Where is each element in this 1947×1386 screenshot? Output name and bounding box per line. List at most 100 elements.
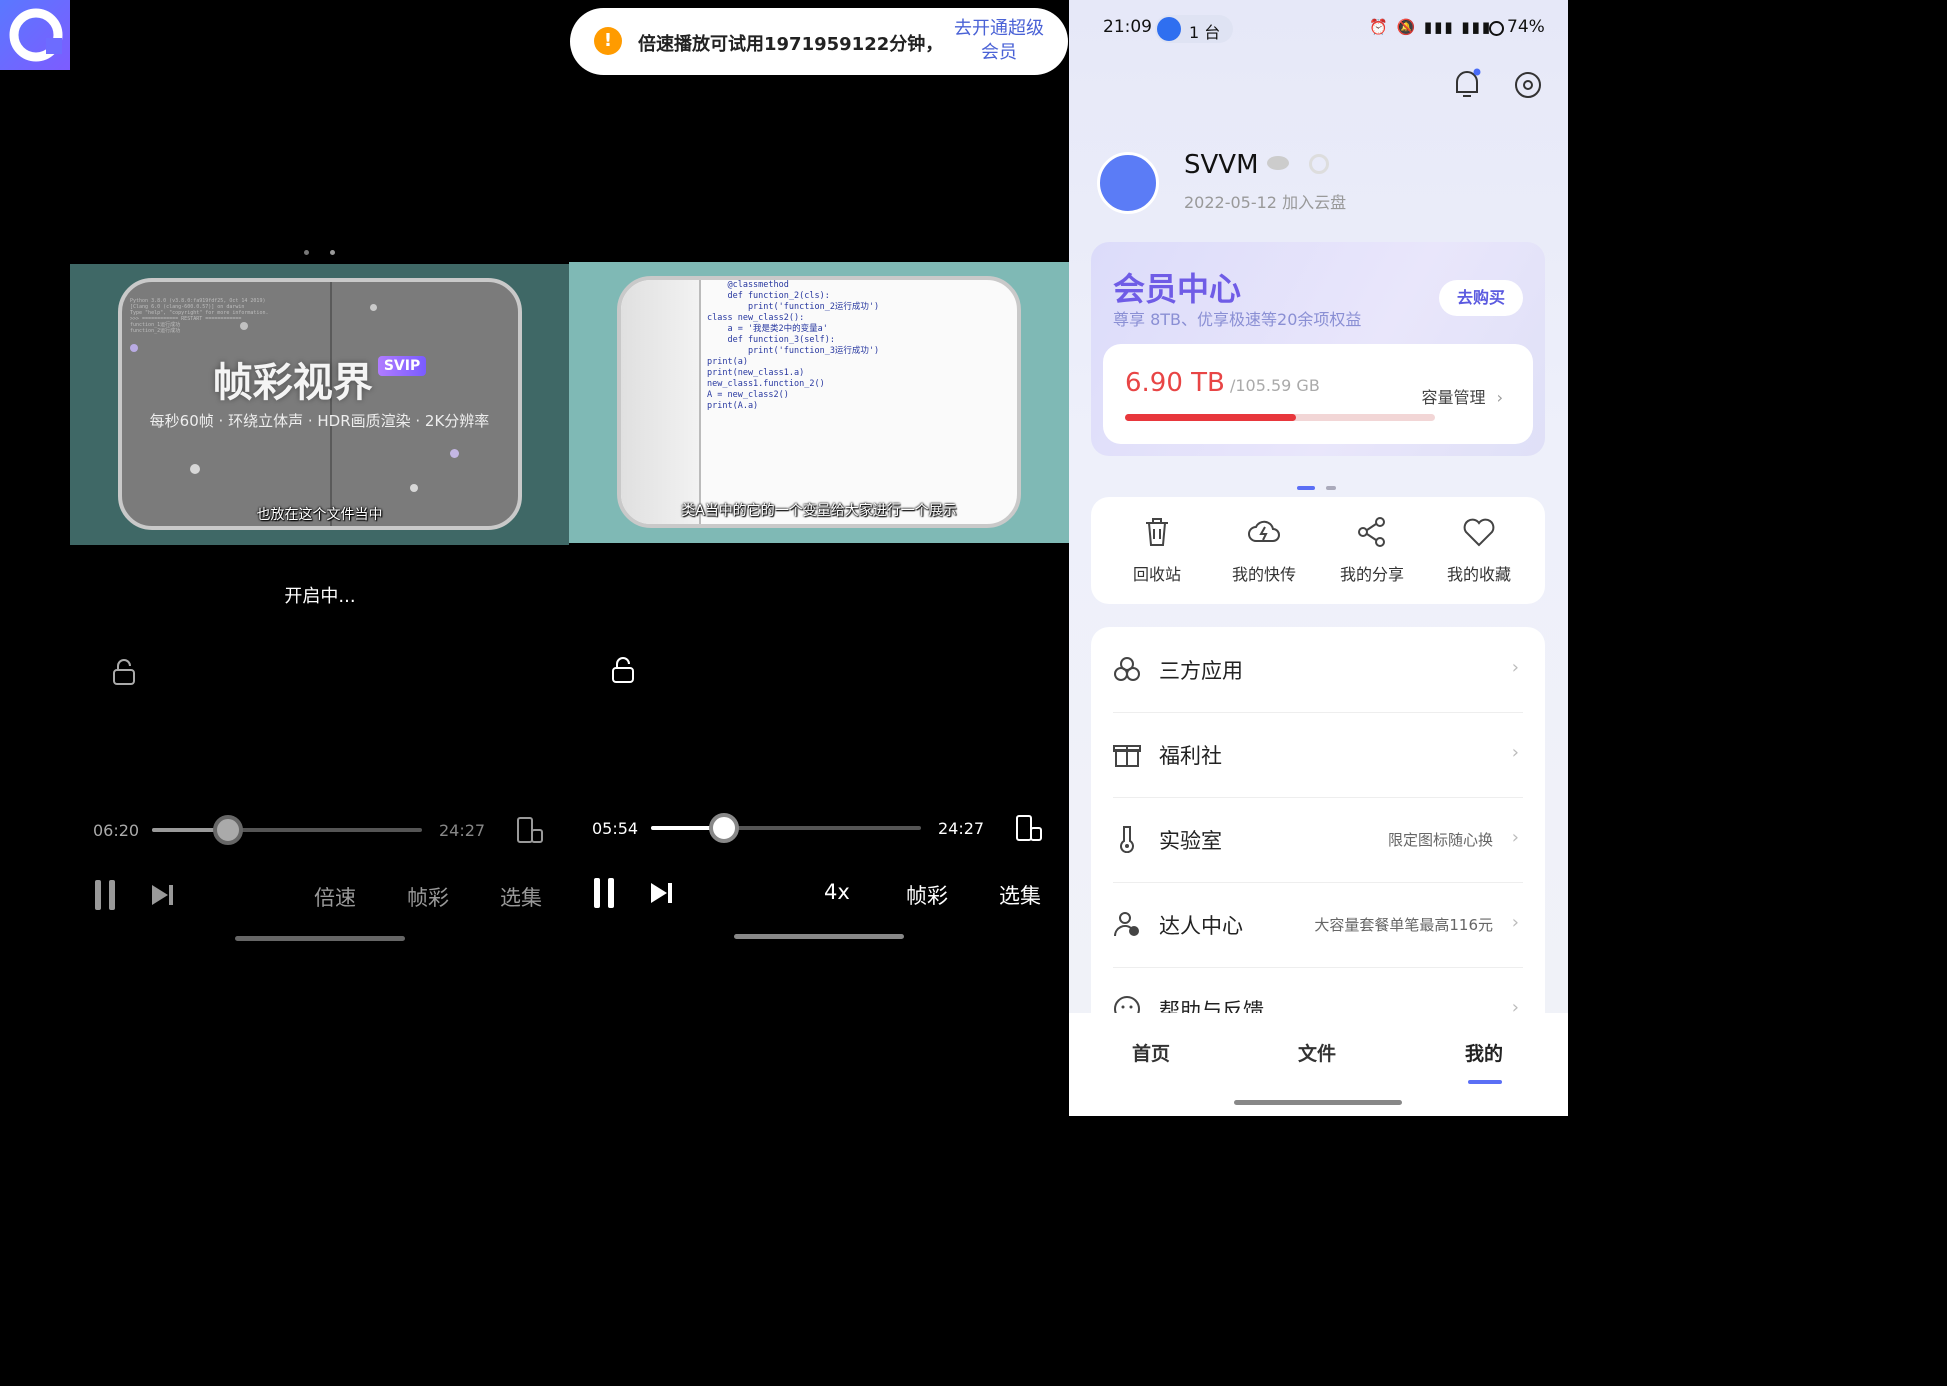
home-indicator-3 (1234, 1100, 1402, 1105)
speed-button-2[interactable]: 4x (824, 880, 850, 904)
pause-button-2[interactable] (592, 878, 616, 912)
frame-button[interactable]: 帧彩 (407, 882, 449, 912)
pause-button[interactable] (93, 880, 117, 914)
lock-icon[interactable] (112, 658, 136, 690)
progress-track[interactable] (152, 828, 422, 832)
rotate-screen-icon[interactable] (516, 816, 544, 850)
list-item-expert-center[interactable]: 达人中心 大容量套餐单笔最高116元 › (1113, 882, 1523, 967)
cloud-bolt-icon (1248, 520, 1280, 542)
video-subtitle-2: 类A当中的它的一个变量给大家进行一个展示 (681, 503, 957, 519)
grid-item-my-share[interactable]: 我的分享 (1318, 517, 1426, 585)
video-title-overlay: 帧彩视界 (212, 360, 373, 406)
code-line: print(a) (707, 357, 748, 367)
list-item-welfare[interactable]: 福利社 › (1113, 712, 1523, 797)
profile-page: 21:09 1 台 ⏰ 🔕 ▮▮▮ ▮▮▮ 74% SVVM 2022-05-1… (1069, 0, 1568, 1116)
notification-bell-icon[interactable] (1453, 68, 1481, 104)
code-line: A = new_class2() (707, 390, 789, 400)
code-line: def function_3(self): (707, 335, 835, 345)
wifi-icon (1157, 17, 1181, 41)
code-line: def function_2(cls): (707, 291, 830, 301)
expert-icon (1114, 912, 1139, 937)
frame-button-2[interactable]: 帧彩 (906, 880, 948, 910)
current-time: 06:20 (93, 821, 140, 840)
quick-grid: 回收站 我的快传 我的分享 我的收藏 (1091, 497, 1545, 604)
nav-active-indicator (1468, 1080, 1502, 1084)
current-time-2: 05:54 (592, 819, 639, 838)
avatar[interactable] (1097, 152, 1159, 214)
code-content: @classmethod def function_2(cls): print(… (707, 280, 879, 412)
chevron-right-icon: › (1511, 742, 1519, 763)
carousel-dots (1297, 475, 1337, 494)
nav-home[interactable]: 首页 (1132, 1039, 1170, 1066)
home-indicator (235, 936, 405, 941)
nav-mine[interactable]: 我的 (1465, 1039, 1503, 1066)
speed-button[interactable]: 倍速 (314, 882, 356, 912)
settings-gear-icon[interactable] (1513, 70, 1543, 104)
video-features-overlay: 每秒60帧 · 环绕立体声 · HDR画质渲染 · 2K分辨率 (149, 412, 490, 430)
share-icon (1358, 517, 1385, 547)
code-line: a = '我是类2中的变量a' (707, 324, 828, 334)
gift-icon (1113, 745, 1141, 767)
next-button-2[interactable] (649, 881, 673, 909)
progress-thumb-2[interactable] (708, 813, 739, 843)
grid-item-favorites[interactable]: 我的收藏 (1425, 517, 1533, 585)
flask-icon (1120, 826, 1134, 853)
bottom-nav: 首页 文件 我的 (1069, 1013, 1568, 1116)
lock-icon-2[interactable] (611, 656, 635, 688)
code-line: new_class1.function_2() (707, 379, 825, 389)
right-video-player: @classmethod def function_2(cls): print(… (569, 0, 1069, 1116)
list-item-lab[interactable]: 实验室 限定图标随心换 › (1113, 797, 1523, 882)
code-line: print('function_2运行成功') (707, 302, 880, 312)
status-icons: ⏰ 🔕 ▮▮▮ ▮▮▮ (1369, 18, 1493, 36)
nav-files[interactable]: 文件 (1298, 1039, 1336, 1066)
settings-list: 三方应用 › 福利社 › 实验室 限定图标随心换 › 达人中心 大容量套餐单笔最… (1091, 627, 1545, 1047)
video-monitor-2: @classmethod def function_2(cls): print(… (617, 276, 1021, 528)
member-title: 会员中心 (1113, 270, 1242, 308)
episodes-button[interactable]: 选集 (500, 882, 542, 912)
progress-thumb[interactable] (212, 815, 243, 845)
member-subtitle: 尊享 8TB、优享极速等20余项权益 (1113, 310, 1362, 329)
status-time: 21:09 (1103, 17, 1152, 37)
list-item-third-party-apps[interactable]: 三方应用 › (1113, 627, 1523, 712)
svip-badge: SVIP (377, 356, 427, 376)
device-pill[interactable]: 1 台 (1155, 15, 1233, 43)
speed-trial-toast: ! 倍速播放可试用1971959122分钟， 去开通超级 会员 (570, 8, 1068, 75)
video-frame-2[interactable]: @classmethod def function_2(cls): print(… (569, 262, 1069, 543)
open-svip-link[interactable]: 去开通超级 会员 (944, 17, 1054, 65)
toast-message: 倍速播放可试用1971959122分钟， (638, 34, 944, 55)
grid-item-quick-transfer[interactable]: 我的快传 (1210, 517, 1318, 585)
total-time-2: 24:27 (938, 819, 985, 838)
storage-card[interactable]: 6.90 TB /105.59 GB 容量管理 › (1103, 344, 1533, 444)
code-line: @classmethod (707, 280, 789, 290)
left-video-player: Python 3.8.0 (v3.8.0:fa919fdf25, Oct 14 … (70, 0, 569, 1116)
chevron-right-icon: › (1511, 827, 1519, 848)
app-logo (0, 0, 70, 70)
loading-status: 开启中... (284, 586, 356, 607)
username: SVVM (1184, 150, 1259, 180)
total-time: 24:27 (439, 821, 486, 840)
chevron-right-icon: › (1511, 912, 1519, 933)
code-line: class new_class2(): (707, 313, 805, 323)
storage-manage-link[interactable]: 容量管理 › (1421, 384, 1503, 408)
battery-icon (1489, 21, 1504, 36)
chevron-right-icon: › (1511, 657, 1519, 678)
battery-level: 74% (1507, 17, 1545, 37)
heart-icon (1463, 518, 1495, 547)
code-line: print('function_3运行成功') (707, 346, 880, 356)
progress-track-2[interactable] (651, 826, 921, 830)
home-indicator-2 (734, 934, 904, 939)
buy-button[interactable]: 去购买 (1439, 280, 1523, 316)
apps-icon (1114, 657, 1140, 681)
grid-item-recycle-bin[interactable]: 回收站 (1103, 517, 1211, 585)
rotate-screen-icon-2[interactable] (1015, 814, 1043, 848)
video-frame[interactable]: Python 3.8.0 (v3.8.0:fa919fdf25, Oct 14 … (70, 264, 569, 545)
chevron-right-icon: › (1496, 388, 1503, 407)
code-line: print(A.a) (707, 401, 759, 411)
code-line: print(new_class1.a) (707, 368, 805, 378)
storage-used: 6.90 TB (1125, 368, 1225, 398)
badge-planet-icon (1267, 156, 1289, 170)
next-button[interactable] (150, 883, 174, 911)
episodes-button-2[interactable]: 选集 (999, 880, 1041, 910)
storage-bar (1125, 414, 1435, 421)
video-subtitle: 也放在这个文件当中 (256, 507, 383, 523)
